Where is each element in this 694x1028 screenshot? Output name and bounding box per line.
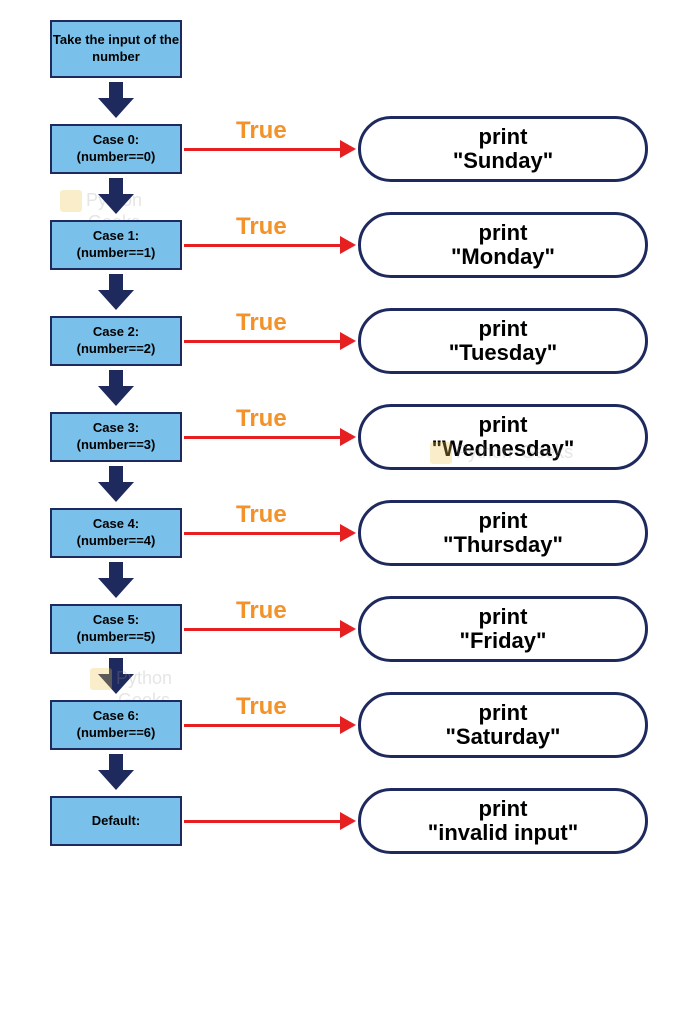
output-text: "Wednesday" [432, 437, 575, 461]
output-text: "Friday" [460, 629, 547, 653]
default-node: Default: [50, 796, 182, 846]
right-arrow-icon [184, 148, 342, 151]
output-node-invalid: print "invalid input" [358, 788, 648, 854]
case-node-3: Case 3: (number==3) [50, 412, 182, 462]
edge-label-true: True [236, 213, 287, 241]
output-text: "Saturday" [445, 725, 560, 749]
case-label: Case 1: [93, 228, 139, 245]
output-node-friday: print "Friday" [358, 596, 648, 662]
output-text: print [479, 317, 528, 341]
output-node-sunday: print "Sunday" [358, 116, 648, 182]
case-label: Case 6: [93, 708, 139, 725]
output-text: "Monday" [451, 245, 555, 269]
output-text: "Tuesday" [449, 341, 558, 365]
case-node-5: Case 5: (number==5) [50, 604, 182, 654]
input-node: Take the input of the number [50, 20, 182, 78]
right-arrow-icon [184, 724, 342, 727]
right-arrow-icon [184, 340, 342, 343]
edge-label-true: True [236, 405, 287, 433]
case-label: Case 4: [93, 516, 139, 533]
output-text: "Thursday" [443, 533, 563, 557]
output-text: print [479, 701, 528, 725]
edge-label-true: True [236, 501, 287, 529]
output-node-tuesday: print "Tuesday" [358, 308, 648, 374]
output-text: print [479, 509, 528, 533]
default-label: Default: [92, 813, 140, 830]
edge-label-true: True [236, 117, 287, 145]
case-node-6: Case 6: (number==6) [50, 700, 182, 750]
right-arrow-icon [184, 820, 342, 823]
output-text: "invalid input" [428, 821, 578, 845]
output-node-saturday: print "Saturday" [358, 692, 648, 758]
case-condition: (number==0) [77, 149, 156, 166]
output-text: "Sunday" [453, 149, 553, 173]
edge-label-true: True [236, 597, 287, 625]
flowchart-container: Take the input of the number Python Geek… [0, 0, 694, 1028]
edge-label-true: True [236, 309, 287, 337]
right-arrow-icon [184, 532, 342, 535]
case-label: Case 3: [93, 420, 139, 437]
case-condition: (number==3) [77, 437, 156, 454]
right-arrow-icon [184, 436, 342, 439]
case-node-0: Case 0: (number==0) [50, 124, 182, 174]
case-label: Case 0: [93, 132, 139, 149]
output-node-wednesday: print "Wednesday" [358, 404, 648, 470]
case-condition: (number==1) [77, 245, 156, 262]
case-label: Case 5: [93, 612, 139, 629]
edge-label-true: True [236, 693, 287, 721]
output-text: print [479, 221, 528, 245]
case-condition: (number==2) [77, 341, 156, 358]
case-condition: (number==6) [77, 725, 156, 742]
case-condition: (number==5) [77, 629, 156, 646]
right-arrow-icon [184, 628, 342, 631]
output-text: print [479, 413, 528, 437]
case-node-2: Case 2: (number==2) [50, 316, 182, 366]
input-node-text: Take the input of the number [52, 32, 180, 66]
output-text: print [479, 125, 528, 149]
case-condition: (number==4) [77, 533, 156, 550]
output-node-monday: print "Monday" [358, 212, 648, 278]
output-text: print [479, 605, 528, 629]
output-text: print [479, 797, 528, 821]
output-node-thursday: print "Thursday" [358, 500, 648, 566]
right-arrow-icon [184, 244, 342, 247]
case-node-1: Case 1: (number==1) [50, 220, 182, 270]
case-label: Case 2: [93, 324, 139, 341]
case-node-4: Case 4: (number==4) [50, 508, 182, 558]
